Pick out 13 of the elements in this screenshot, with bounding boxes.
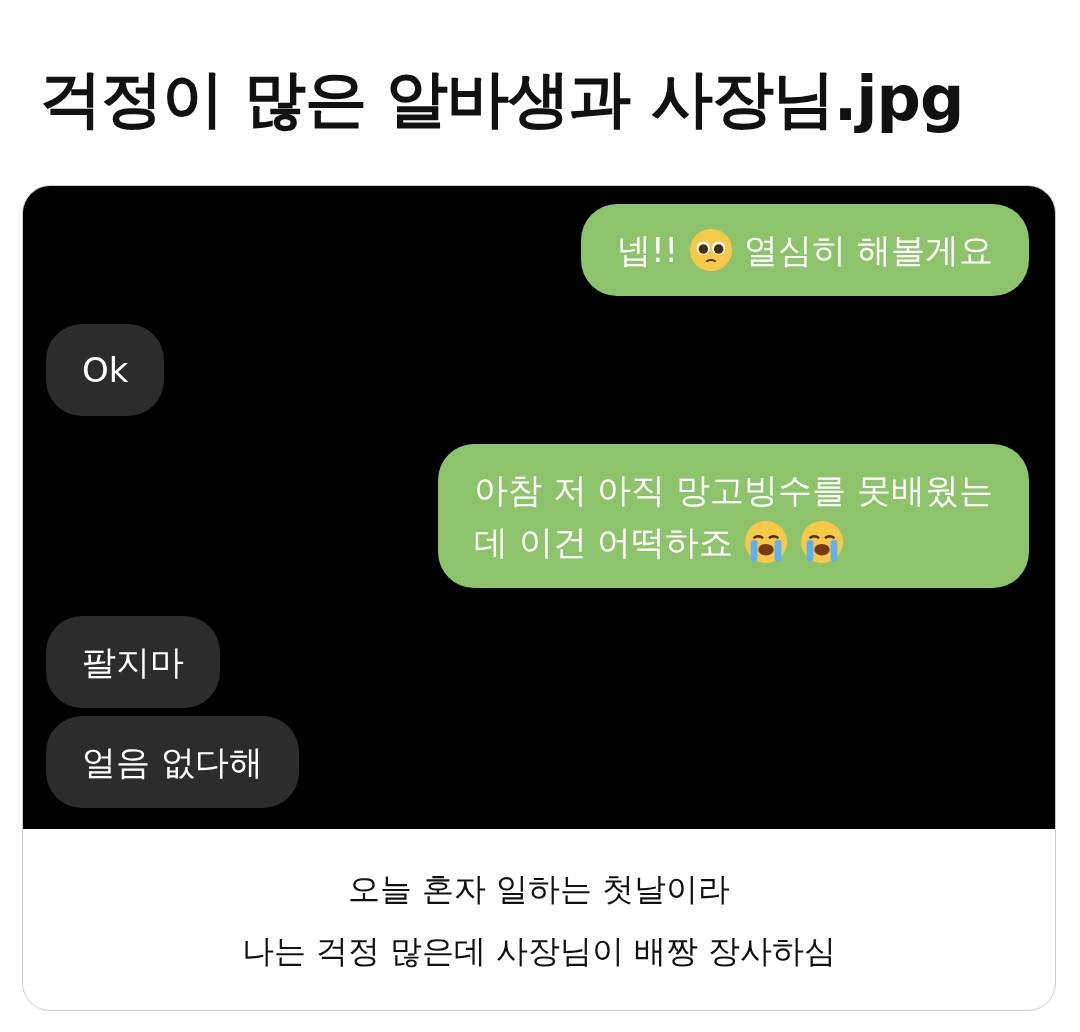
post-title: 걱정이 많은 알바생과 사장님.jpg [39, 61, 965, 137]
pleading-face-icon [688, 227, 735, 273]
caption-text: 오늘 혼자 일하는 첫날이라 [347, 869, 731, 910]
message-text: 넵!! [616, 229, 679, 272]
message-text: Ok [82, 349, 129, 392]
crying-face-icon [799, 519, 846, 565]
message-text: 팔지마 [82, 641, 184, 684]
message-text: 아참 저 아직 망고빙수를 못배웠는 [473, 469, 993, 512]
message-text: 열심히 해볼게요 [744, 229, 993, 272]
message-text: 얼음 없다해 [82, 741, 263, 784]
crying-face-icon [743, 519, 790, 565]
caption-text: 나는 걱정 많은데 사장님이 배짱 장사하심 [241, 931, 837, 972]
message-text: 데 이건 어떡하죠 [473, 521, 734, 564]
